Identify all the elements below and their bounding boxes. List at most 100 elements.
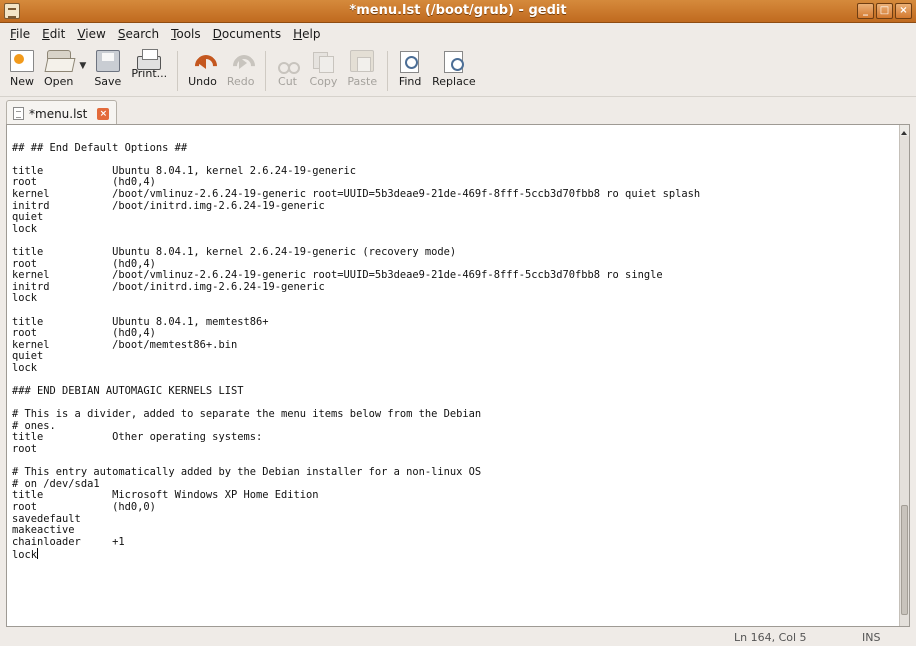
scroll-up-arrow-icon[interactable]	[900, 125, 909, 136]
cursor-position: Ln 164, Col 5	[734, 631, 807, 644]
code-line[interactable]: root (hd0,0)	[12, 501, 899, 514]
menu-tools[interactable]: Tools	[165, 27, 207, 41]
text-document-icon	[13, 107, 24, 120]
copy-icon	[311, 50, 335, 73]
code-line-text: quiet	[12, 350, 44, 363]
copy-button[interactable]: Copy	[306, 45, 342, 95]
code-line[interactable]: lock	[12, 293, 899, 305]
paste-label: Paste	[347, 75, 378, 88]
clipboard-icon	[350, 50, 375, 72]
code-line[interactable]: chainloader +1	[12, 535, 899, 549]
scrollbar-thumb[interactable]	[901, 505, 908, 615]
vertical-scrollbar[interactable]	[899, 125, 909, 626]
code-line-text: title Ubuntu 8.04.1, kernel 2.6.24-19-ge…	[12, 164, 357, 177]
code-line[interactable]: lock	[12, 361, 899, 375]
code-line[interactable]: ## ## End Default Options ##	[12, 141, 899, 155]
status-bar: Ln 164, Col 5 INS	[0, 628, 916, 646]
code-line-text: kernel /boot/memtest86+.bin	[12, 338, 238, 351]
code-line-text: root (hd0,4)	[12, 327, 156, 340]
code-line-text: lock	[12, 549, 38, 562]
tab-menu-lst[interactable]: *menu.lst ×	[6, 100, 117, 126]
code-line-text: lock	[12, 292, 38, 305]
code-line[interactable]: initrd /boot/initrd.img-2.6.24-19-generi…	[12, 200, 899, 213]
code-line-text: savedefault	[12, 512, 81, 525]
menu-file[interactable]: File	[4, 27, 36, 41]
cut-button[interactable]: Cut	[272, 45, 304, 95]
code-line-text: # This entry automatically added by the …	[12, 466, 482, 479]
find-button[interactable]: Find	[394, 45, 426, 95]
code-line-text: root (hd0,4)	[12, 257, 156, 270]
redo-arrow-icon	[229, 50, 253, 72]
find-label: Find	[398, 75, 422, 88]
code-line[interactable]: # This is a divider, added to separate t…	[12, 408, 899, 421]
code-line[interactable]: # This entry automatically added by the …	[12, 466, 899, 479]
code-line-text: title Ubuntu 8.04.1, kernel 2.6.24-19-ge…	[12, 245, 457, 258]
cut-label: Cut	[278, 75, 297, 88]
scissors-icon	[276, 50, 300, 74]
open-button[interactable]: Open	[40, 45, 77, 95]
undo-arrow-icon	[191, 50, 215, 72]
code-line-text: lock	[12, 361, 38, 374]
code-line[interactable]: ### END DEBIAN AUTOMAGIC KERNELS LIST	[12, 385, 899, 398]
tab-label: *menu.lst	[29, 106, 88, 121]
code-line-text: # This is a divider, added to separate t…	[12, 408, 482, 421]
new-label: New	[10, 75, 34, 88]
window-controls: _ □ ×	[857, 3, 912, 19]
copy-label: Copy	[309, 75, 338, 88]
new-button[interactable]: New	[6, 45, 38, 95]
toolbar: New Open ▼ Save Print... Undo Redo Cut C…	[0, 45, 916, 97]
new-document-icon	[10, 50, 34, 72]
code-line[interactable]: makeactive	[12, 524, 899, 537]
maximize-button[interactable]: □	[876, 3, 893, 19]
menu-bar: File Edit View Search Tools Documents He…	[0, 23, 916, 45]
code-line-text: chainloader +1	[12, 535, 125, 548]
undo-button[interactable]: Undo	[184, 45, 221, 95]
code-line[interactable]: quiet	[12, 211, 899, 224]
code-line-text: # ones.	[12, 419, 56, 432]
code-line-text: root (hd0,0)	[12, 501, 156, 513]
print-button[interactable]: Print...	[127, 45, 171, 95]
insert-mode-indicator[interactable]: INS	[862, 631, 880, 644]
toolbar-separator	[264, 51, 266, 91]
text-cursor	[37, 548, 39, 560]
code-line-text: title Microsoft Windows XP Home Edition	[12, 489, 319, 502]
close-button[interactable]: ×	[895, 3, 912, 19]
open-folder-icon	[46, 50, 71, 72]
paste-button[interactable]: Paste	[343, 45, 381, 95]
code-line[interactable]: lock	[12, 548, 899, 562]
save-label: Save	[94, 75, 122, 88]
code-line[interactable]: title Other operating systems:	[12, 432, 899, 444]
replace-label: Replace	[432, 75, 476, 88]
code-line-text: title Other operating systems:	[12, 431, 263, 444]
toolbar-separator	[177, 51, 179, 91]
replace-magnifier-icon	[442, 50, 466, 73]
redo-button[interactable]: Redo	[223, 45, 259, 95]
save-button[interactable]: Save	[90, 45, 125, 95]
minimize-button[interactable]: _	[857, 3, 874, 19]
menu-edit[interactable]: Edit	[36, 27, 71, 41]
code-line[interactable]: kernel /boot/memtest86+.bin	[12, 338, 899, 352]
menu-help[interactable]: Help	[287, 27, 326, 41]
code-line-text: title Ubuntu 8.04.1, memtest86+	[12, 315, 269, 328]
code-line-text: root (hd0,4)	[12, 176, 156, 189]
menu-documents[interactable]: Documents	[207, 27, 287, 41]
code-line[interactable]: initrd /boot/initrd.img-2.6.24-19-generi…	[12, 281, 899, 294]
text-editor[interactable]: ## ## End Default Options ## title Ubuntu…	[7, 125, 899, 626]
code-line-text: ### END DEBIAN AUTOMAGIC KERNELS LIST	[12, 385, 244, 398]
menu-view[interactable]: View	[71, 27, 111, 41]
replace-button[interactable]: Replace	[428, 45, 480, 95]
menu-search[interactable]: Search	[112, 27, 165, 41]
toolbar-separator	[387, 51, 389, 91]
code-line[interactable]: quiet	[12, 350, 899, 363]
tab-close-icon[interactable]: ×	[97, 107, 110, 120]
code-line-text: kernel /boot/vmlinuz-2.6.24-19-generic r…	[12, 269, 663, 282]
code-line-text: # on /dev/sda1	[12, 477, 100, 490]
code-line[interactable]: savedefault	[12, 512, 899, 526]
open-recent-arrow-icon[interactable]: ▼	[79, 61, 86, 71]
code-line-text: lock	[12, 222, 38, 235]
code-line-text: ## ## End Default Options ##	[12, 141, 188, 154]
title-bar[interactable]: *menu.lst (/boot/grub) - gedit _ □ ×	[0, 0, 916, 23]
code-line[interactable]: root	[12, 443, 899, 456]
document-tab-bar: *menu.lst ×	[0, 98, 916, 126]
code-line[interactable]: lock	[12, 222, 899, 236]
